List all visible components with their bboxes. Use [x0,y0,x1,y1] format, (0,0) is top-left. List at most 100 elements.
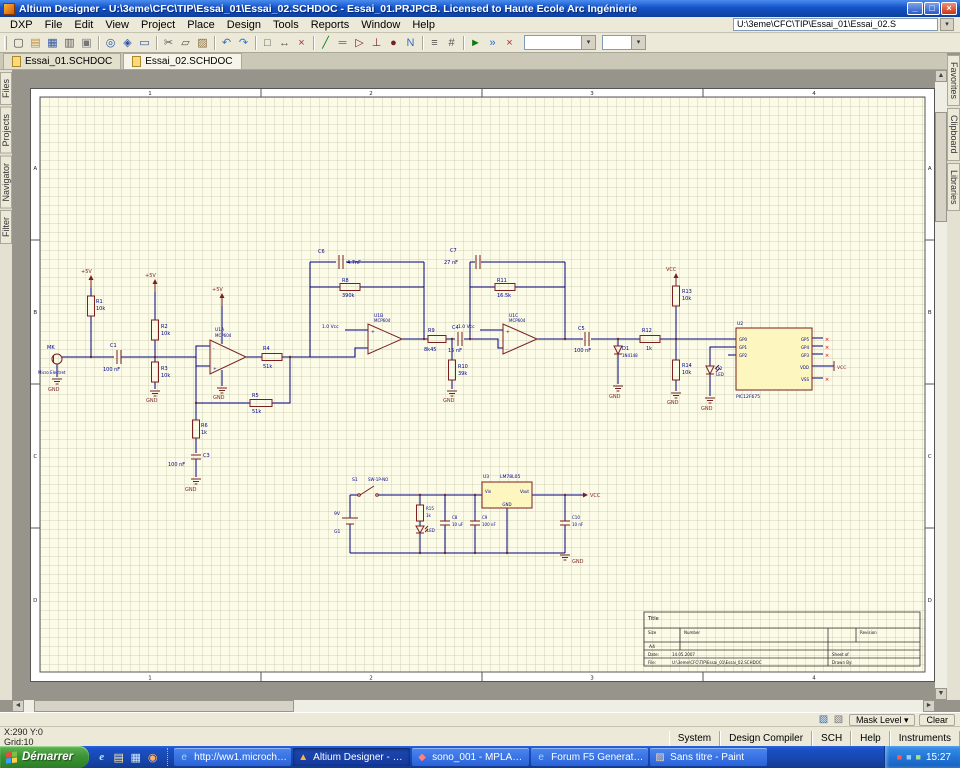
scroll-right-icon[interactable]: ► [923,700,935,712]
right-panel-strip: Favorites Clipboard Libraries [947,55,960,700]
menu-design[interactable]: Design [221,18,267,32]
document-tab-essai_01.schdoc[interactable]: Essai_01.SCHDOC [3,53,122,69]
copy-icon[interactable]: ▱ [177,35,194,51]
taskbar-task[interactable]: ▨ Sans titre - Paint [650,748,768,766]
save-icon[interactable]: ▦ [44,35,61,51]
taskbar-task[interactable]: ▲ Altium Designer - U:\... [293,748,411,766]
panel-tab-clipboard[interactable]: Clipboard [947,108,960,161]
zoom-fit-icon[interactable]: ◈ [119,35,136,51]
menu-reports[interactable]: Reports [305,18,356,32]
start-label: Démarrer [22,751,74,763]
panel-button-help[interactable]: Help [851,731,890,746]
menu-edit[interactable]: Edit [68,18,99,32]
undo-icon[interactable]: ↶ [218,35,235,51]
panel-tab-filter[interactable]: Filter [0,210,12,245]
task-label: Sans titre - Paint [670,751,745,763]
print-icon[interactable]: ▥ [61,35,78,51]
address-dropdown-icon[interactable]: ▾ [940,18,954,31]
panel-tab-favorites[interactable]: Favorites [947,55,960,107]
scroll-left-icon[interactable]: ◄ [12,700,24,712]
close-button[interactable]: × [941,2,957,15]
mask-level-button[interactable]: Mask Level ▾ [848,713,916,726]
zoom-area-icon[interactable]: ◎ [102,35,119,51]
panel-button-system[interactable]: System [668,731,721,746]
horizontal-scroll-track[interactable] [24,700,923,712]
print-preview-icon[interactable]: ▣ [78,35,95,51]
place-junction-icon[interactable]: ● [385,35,402,51]
stop-icon[interactable]: × [501,35,518,51]
task-label: Altium Designer - U:\... [313,751,407,763]
vertical-scroll-track[interactable] [935,82,947,688]
menu-place[interactable]: Place [181,18,221,32]
place-power-port-icon[interactable]: ⊥ [368,35,385,51]
schematic-canvas[interactable] [40,97,925,672]
menu-dxp[interactable]: DXP [4,18,39,32]
clear-selection-icon[interactable]: × [293,35,310,51]
select-area-icon[interactable]: □ [259,35,276,51]
tray-icon-1[interactable]: ■ [897,752,902,762]
paste-icon[interactable]: ▨ [194,35,211,51]
place-bus-icon[interactable]: ═ [334,35,351,51]
cut-icon[interactable]: ✂ [160,35,177,51]
task-label: sono_001 - MPLAB IDE v... [432,751,525,763]
toolbar-combo-2[interactable] [602,35,646,50]
document-tab-label: Essai_02.SCHDOC [145,56,233,67]
taskbar-task[interactable]: e http://ww1.microchip.co... [174,748,292,766]
panel-button-instruments[interactable]: Instruments [889,731,960,746]
windows-flag-icon [6,750,17,764]
vertical-scroll-thumb[interactable] [935,112,947,222]
toolbar-grip[interactable] [4,35,7,50]
task-icon: e [538,751,544,763]
media-player-icon[interactable]: ◉ [145,750,160,765]
cross-probe-icon[interactable]: » [484,35,501,51]
panel-tab-libraries[interactable]: Libraries [947,162,960,212]
menu-items: DXP File Edit View Project Place Design Tools Re… [4,18,441,32]
address-input[interactable]: U:\3eme\CFC\TIP\Essai_01\Essai_02.S [733,18,938,31]
tray-icon-3[interactable]: ■ [916,752,921,762]
vertical-scrollbar[interactable]: ▲ ▼ [935,70,947,700]
mask-highlight-icon[interactable]: ▨ [817,714,830,726]
show-desktop-icon[interactable]: ▦ [128,750,143,765]
start-button[interactable]: Démarrer [0,746,90,768]
horizontal-scrollbar[interactable]: ◄ ► [12,700,935,712]
clear-button[interactable]: Clear [919,713,955,726]
mask-dim-icon[interactable]: ▧ [832,714,845,726]
menu-view[interactable]: View [99,18,135,32]
taskbar-task[interactable]: ◆ sono_001 - MPLAB IDE v... [412,748,530,766]
ie-icon[interactable]: e [94,750,109,765]
menu-project[interactable]: Project [135,18,181,32]
toolbar-combo-1[interactable] [524,35,596,50]
desktop: { "window": { "title": "Altium Designer … [0,0,960,768]
panel-button-design-compiler[interactable]: Design Compiler [720,731,813,746]
new-document-icon[interactable]: ▢ [10,35,27,51]
place-net-label-icon[interactable]: N [402,35,419,51]
document-tab-essai_02.schdoc[interactable]: Essai_02.SCHDOC [123,53,242,69]
place-part-icon[interactable]: ▷ [351,35,368,51]
schematic-document-icon [132,56,142,67]
scroll-up-icon[interactable]: ▲ [935,70,947,82]
align-objects-icon[interactable]: ≡ [426,35,443,51]
zoom-selection-icon[interactable]: ▭ [136,35,153,51]
horizontal-scroll-thumb[interactable] [34,700,294,712]
menu-help[interactable]: Help [406,18,441,32]
folder-icon[interactable]: ▤ [111,750,126,765]
move-selection-icon[interactable]: ↔ [276,35,293,51]
tray-icon-2[interactable]: ■ [906,752,911,762]
maximize-button[interactable]: □ [924,2,940,15]
menu-file[interactable]: File [39,18,69,32]
panel-tab-files[interactable]: Files [0,72,12,106]
scroll-down-icon[interactable]: ▼ [935,688,947,700]
menu-window[interactable]: Window [355,18,406,32]
compile-icon[interactable]: ► [467,35,484,51]
panel-tab-projects[interactable]: Projects [0,107,12,154]
panel-tab-navigator[interactable]: Navigator [0,155,12,209]
gr id-settings-icon[interactable]: # [443,35,460,51]
open-document-icon[interactable]: ▤ [27,35,44,51]
place-wire-icon[interactable]: ╱ [317,35,334,51]
panel-button-sch[interactable]: SCH [812,731,852,746]
task-icon: ▨ [655,751,665,763]
taskbar-task[interactable]: e Forum F5 Generation - O... [531,748,649,766]
redo-icon[interactable]: ↷ [235,35,252,51]
menu-tools[interactable]: Tools [267,18,305,32]
minimize-button[interactable]: _ [907,2,923,15]
